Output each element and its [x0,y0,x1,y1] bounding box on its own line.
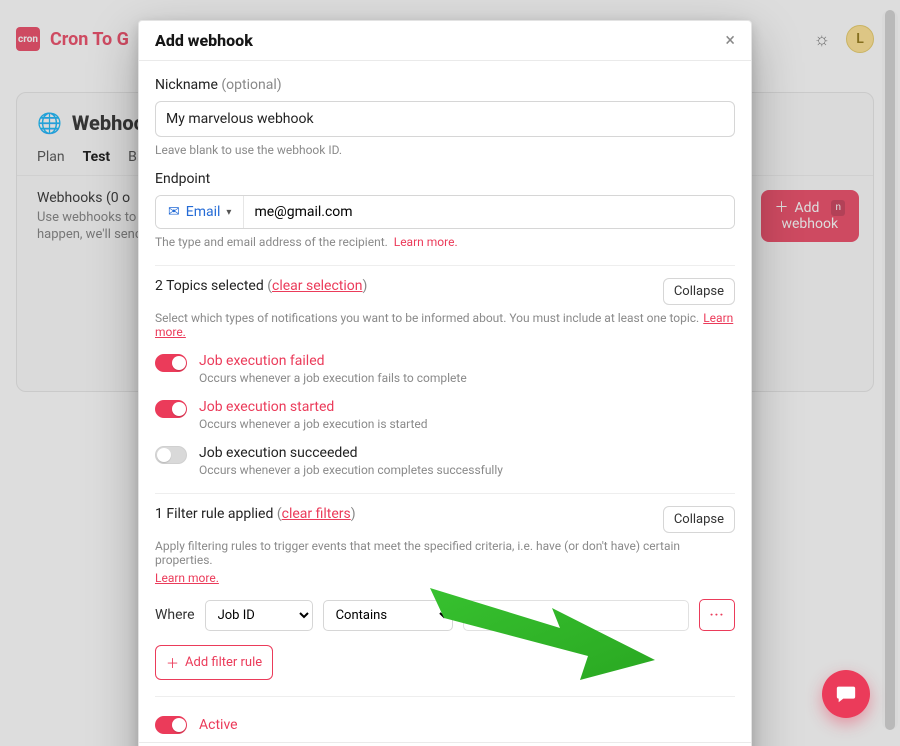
endpoint-hint-text: The type and email address of the recipi… [155,235,388,249]
topic-toggle-succeeded[interactable] [155,446,187,464]
nickname-label-text: Nickname [155,77,218,93]
filters-count-label: 1 Filter rule applied [155,506,273,522]
modal-title: Add webhook [155,31,253,50]
topic-text: Job execution succeeded Occurs whenever … [199,445,503,477]
endpoint-hint: The type and email address of the recipi… [155,235,735,249]
filters-desc-text: Apply filtering rules to trigger events … [155,539,680,567]
topic-desc: Occurs whenever a job execution is start… [199,417,428,431]
modal-body: Nickname (optional) Leave blank to use t… [139,61,751,742]
endpoint-label: Endpoint [155,171,735,187]
paren-close: ) [363,278,368,294]
topics-description: Select which types of notifications you … [155,311,735,339]
nickname-hint: Leave blank to use the webhook ID. [155,143,735,157]
viewport: cron Cron To G ☼ L 🌐 Webhoo Plan Test Bi… [0,0,900,746]
chevron-down-icon: ▾ [226,207,231,218]
topic-toggle-started[interactable] [155,400,187,418]
active-row: Active [155,715,735,734]
endpoint-type-label: Email [186,204,221,220]
modal-header: Add webhook × [139,21,751,61]
endpoint-row: ✉ Email ▾ [155,195,735,229]
separator [155,265,735,266]
plus-icon: ＋ [166,653,179,672]
topic-desc: Occurs whenever a job execution fails to… [199,371,467,385]
topics-desc-text: Select which types of notifications you … [155,311,699,325]
filters-clear-link[interactable]: clear filters [282,506,351,522]
topics-header: 2 Topics selected (clear selection) Coll… [155,278,735,305]
add-filter-rule-label: Add filter rule [185,655,262,670]
topic-toggle-failed[interactable] [155,354,187,372]
topic-name: Job execution failed [199,353,467,369]
nickname-label: Nickname (optional) [155,77,735,93]
nickname-optional: (optional) [221,77,281,93]
filter-operator-select[interactable]: Contains [323,600,453,631]
add-filter-rule-button[interactable]: ＋ Add filter rule [155,645,273,680]
separator [155,493,735,494]
modal-footer: Cancel Add webhook [139,742,751,746]
filters-header: 1 Filter rule applied (clear filters) Co… [155,506,735,533]
topic-text: Job execution failed Occurs whenever a j… [199,353,467,385]
topics-count-label: 2 Topics selected [155,278,264,294]
close-icon[interactable]: × [725,32,735,50]
topic-name: Job execution succeeded [199,445,503,461]
topic-desc: Occurs whenever a job execution complete… [199,463,503,477]
topic-name: Job execution started [199,399,428,415]
filter-row-menu-button[interactable]: ··· [699,599,735,631]
endpoint-learn-more-link[interactable]: Learn more. [394,235,458,249]
filter-field-select[interactable]: Job ID [205,600,313,631]
separator [155,696,735,697]
nickname-input[interactable] [155,101,735,137]
active-toggle[interactable] [155,716,187,734]
mail-icon: ✉ [168,204,180,220]
active-label: Active [199,717,238,733]
filter-where-label: Where [155,607,195,623]
paren-close: ) [351,506,356,522]
topic-item-failed: Job execution failed Occurs whenever a j… [155,353,735,385]
endpoint-value-input[interactable] [244,196,734,228]
endpoint-type-dropdown[interactable]: ✉ Email ▾ [156,196,244,228]
filters-collapse-button[interactable]: Collapse [663,506,735,533]
filters-description: Apply filtering rules to trigger events … [155,539,735,585]
topic-item-started: Job execution started Occurs whenever a … [155,399,735,431]
topics-clear-link[interactable]: clear selection [272,278,363,294]
topics-title: 2 Topics selected (clear selection) [155,278,367,294]
topics-collapse-button[interactable]: Collapse [663,278,735,305]
filters-learn-more-link[interactable]: Learn more. [155,571,735,585]
filters-title: 1 Filter rule applied (clear filters) [155,506,356,522]
filter-value-input[interactable] [463,600,689,631]
topic-item-succeeded: Job execution succeeded Occurs whenever … [155,445,735,477]
chat-fab[interactable] [822,670,870,718]
filter-rule-row: Where Job ID Contains ··· [155,599,735,631]
topic-text: Job execution started Occurs whenever a … [199,399,428,431]
chat-icon [835,683,857,705]
add-webhook-modal: Add webhook × Nickname (optional) Leave … [138,20,752,746]
